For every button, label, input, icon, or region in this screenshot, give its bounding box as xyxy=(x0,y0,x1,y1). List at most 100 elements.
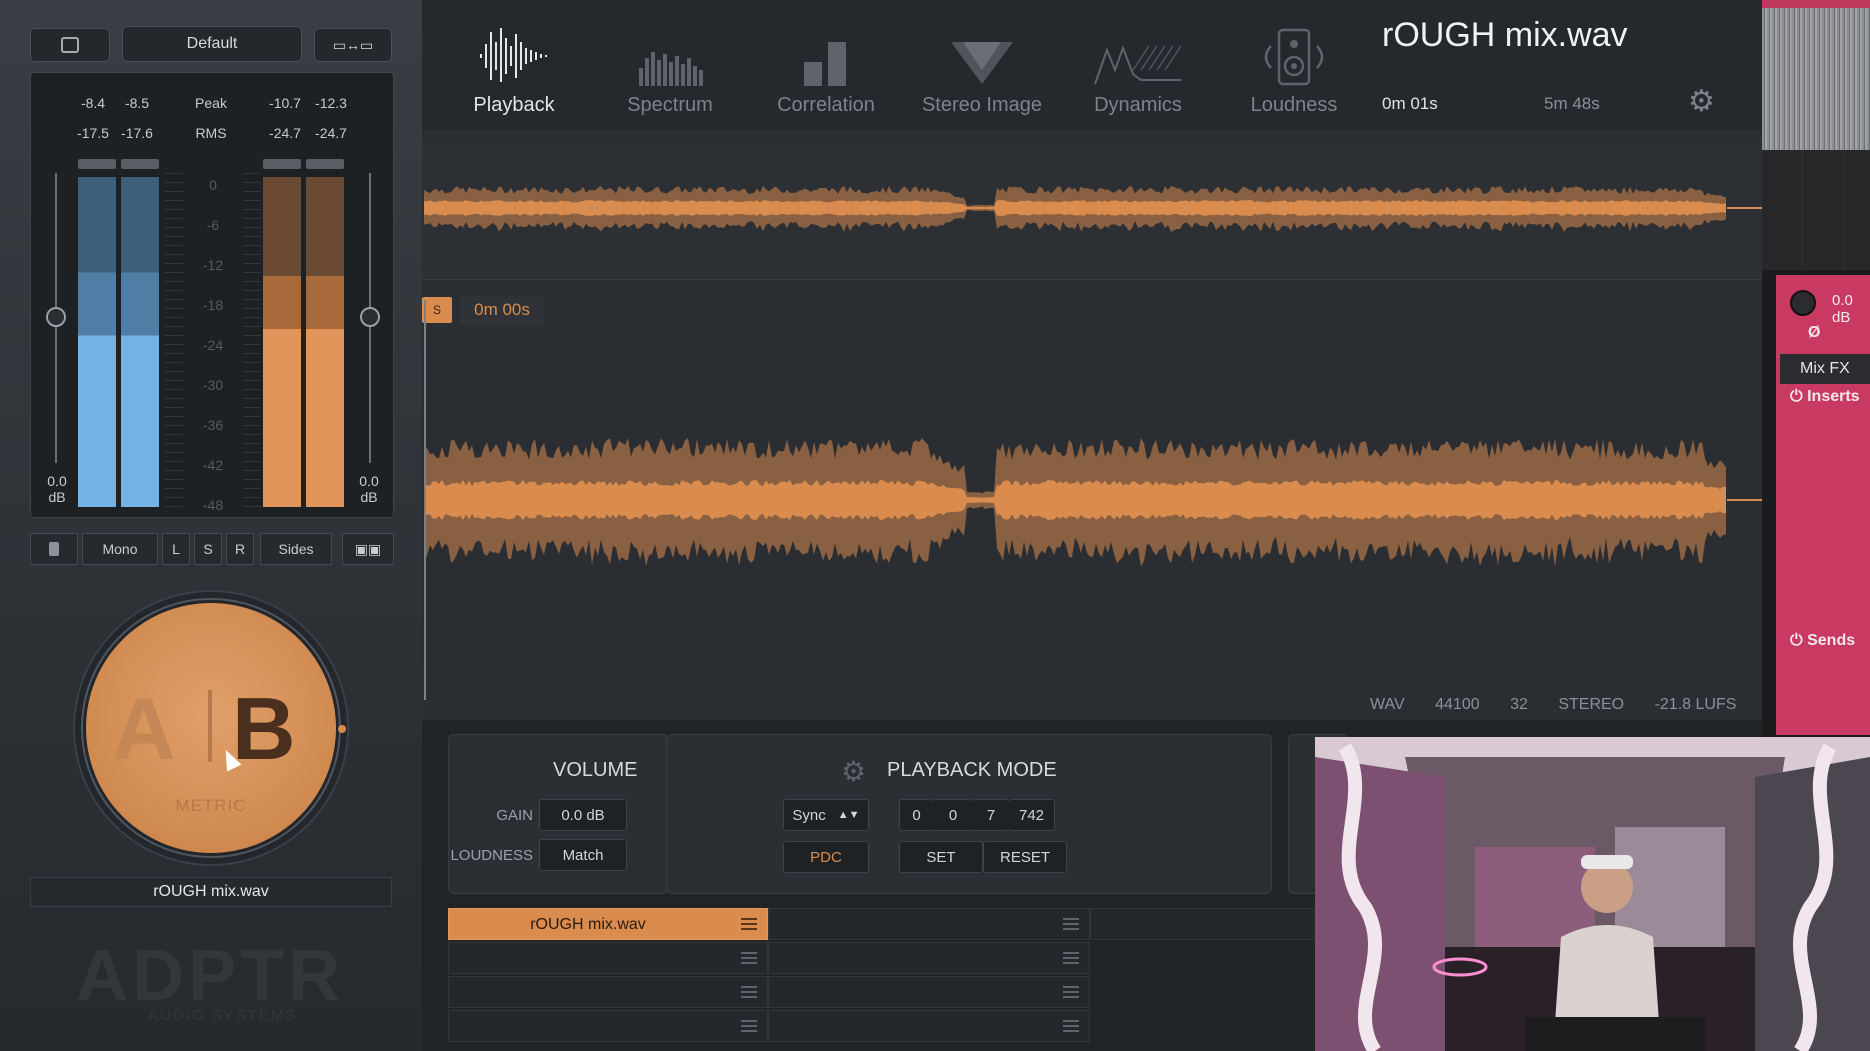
right-rms-1: -24.7 xyxy=(269,125,301,141)
counter-sixteenths[interactable]: 7 xyxy=(973,799,1009,831)
dynamics-icon xyxy=(1068,24,1208,86)
current-position: 0m 01s xyxy=(1382,94,1438,113)
right-meter-bar-1 xyxy=(263,177,301,507)
right-rms-2: -24.7 xyxy=(315,125,347,141)
overview-waveform-inner xyxy=(424,200,1726,216)
right-fader-knob[interactable] xyxy=(360,307,380,327)
tab-correlation[interactable]: Correlation xyxy=(756,24,896,117)
counter-beats[interactable]: 0 xyxy=(933,799,973,831)
sync-select[interactable]: Sync ▲▼ xyxy=(783,799,869,831)
menu-icon[interactable] xyxy=(1063,952,1079,964)
info-channels: STEREO xyxy=(1558,696,1625,713)
solo-toggle-button[interactable] xyxy=(30,533,78,565)
tab-loudness[interactable]: Loudness xyxy=(1224,24,1364,117)
menu-icon[interactable] xyxy=(741,986,757,998)
loudness-match-button[interactable]: Match xyxy=(539,839,627,871)
left-meter-bar-2 xyxy=(121,177,159,507)
file-slot-7[interactable] xyxy=(768,976,1090,1008)
swap-channels-button[interactable]: ▣▣ xyxy=(342,533,394,565)
right-peak-2: -12.3 xyxy=(315,95,347,111)
sides-button[interactable]: Sides xyxy=(260,533,332,565)
counter-ticks[interactable]: 742 xyxy=(1009,799,1055,831)
left-fader-value: 0.0 dB xyxy=(37,473,77,505)
reset-button[interactable]: RESET xyxy=(983,841,1067,873)
db-scale-label: -48 xyxy=(202,497,224,513)
tab-dynamics[interactable]: Dynamics xyxy=(1068,24,1208,117)
file-slot-1-label: rOUGH mix.wav xyxy=(530,916,646,933)
file-slot-8[interactable] xyxy=(448,1010,768,1042)
file-slot-5[interactable] xyxy=(768,942,1090,974)
ab-b-label: B xyxy=(232,679,296,778)
sends-label: Sends xyxy=(1807,632,1856,649)
menu-icon[interactable] xyxy=(1063,918,1079,930)
side-button[interactable]: S xyxy=(194,533,222,565)
loudness-label: LOUDNESS xyxy=(450,847,533,864)
daw-volume-readout: 0.0 dB xyxy=(1832,292,1853,326)
preset-selector[interactable]: Default xyxy=(122,26,302,62)
rms-label: RMS xyxy=(195,125,227,141)
menu-icon[interactable] xyxy=(741,952,757,964)
left-fader-knob[interactable] xyxy=(46,307,66,327)
daw-track-color xyxy=(1762,0,1870,8)
link-view-icon: ▭↔▭ xyxy=(332,36,374,53)
snapshot-icon xyxy=(61,37,79,53)
counter-bars[interactable]: 0 xyxy=(899,799,933,831)
waveform-icon xyxy=(444,24,584,86)
mono-button[interactable]: Mono xyxy=(82,533,158,565)
channel-mode-row: Mono L S R Sides ▣▣ xyxy=(30,533,394,565)
marker-time: 0m 00s xyxy=(460,295,544,325)
ab-metric-label: METRIC xyxy=(175,796,247,815)
file-slot-3[interactable] xyxy=(1090,908,1320,940)
tab-correlation-label: Correlation xyxy=(777,94,875,116)
file-slot-4[interactable] xyxy=(448,942,768,974)
pan-knob[interactable] xyxy=(1790,290,1816,316)
file-length: 5m 48s xyxy=(1544,94,1600,113)
info-format: WAV xyxy=(1370,696,1405,713)
waveform-area[interactable] xyxy=(422,130,1762,720)
tab-dynamics-label: Dynamics xyxy=(1094,94,1182,116)
tab-playback-label: Playback xyxy=(473,94,555,116)
left-rms-2: -17.6 xyxy=(121,125,153,141)
gain-input[interactable]: 0.0 dB xyxy=(539,799,627,831)
file-slot-2[interactable] xyxy=(768,908,1090,940)
tab-stereo-image[interactable]: Stereo Image xyxy=(912,24,1052,117)
menu-icon[interactable] xyxy=(741,918,757,930)
left-clip-indicator-1 xyxy=(78,159,116,169)
left-peak-1: -8.4 xyxy=(80,95,106,111)
start-marker[interactable]: S xyxy=(422,297,452,323)
updown-arrows-icon: ▲▼ xyxy=(837,809,860,821)
right-channel-button[interactable]: R xyxy=(226,533,254,565)
menu-icon[interactable] xyxy=(741,1020,757,1032)
right-fader-db: 0.0 xyxy=(359,473,379,489)
set-button[interactable]: SET xyxy=(899,841,983,873)
left-peak-2: -8.5 xyxy=(124,95,150,111)
menu-icon[interactable] xyxy=(1063,986,1079,998)
main-waveform-inner xyxy=(424,480,1726,520)
daw-grid xyxy=(1762,150,1870,270)
menu-icon[interactable] xyxy=(1063,1020,1079,1032)
tab-spectrum-label: Spectrum xyxy=(627,94,713,116)
playback-settings-gear-icon[interactable]: ⚙ xyxy=(841,755,866,788)
playhead[interactable] xyxy=(424,300,426,700)
settings-gear-icon[interactable]: ⚙ xyxy=(1688,84,1715,119)
tab-playback[interactable]: Playback xyxy=(444,24,584,117)
file-slot-1[interactable]: rOUGH mix.wav xyxy=(448,908,768,940)
snapshot-button[interactable] xyxy=(30,28,110,62)
sends-section[interactable]: ⏻ Sends xyxy=(1790,632,1855,650)
tab-spectrum[interactable]: Spectrum xyxy=(600,24,740,117)
db-scale-label: -6 xyxy=(206,217,220,233)
right-scale-ticks xyxy=(243,173,261,513)
right-peak-1: -10.7 xyxy=(269,95,301,111)
volume-panel: VOLUME GAIN 0.0 dB LOUDNESS Match xyxy=(448,734,668,894)
file-slot-6[interactable] xyxy=(448,976,768,1008)
left-channel-button[interactable]: L xyxy=(162,533,190,565)
right-fader-value: 0.0 dB xyxy=(349,473,389,505)
file-slot-9[interactable] xyxy=(768,1010,1090,1042)
analysis-tab-bar: Playback Spectrum Correlation Stereo Ima… xyxy=(422,0,1762,130)
phase-invert-icon[interactable]: Ø xyxy=(1808,324,1820,342)
sync-select-value: Sync xyxy=(792,806,826,824)
current-file-label: rOUGH mix.wav xyxy=(30,877,392,907)
pdc-button[interactable]: PDC xyxy=(783,841,869,873)
link-view-button[interactable]: ▭↔▭ xyxy=(314,28,392,62)
inserts-section[interactable]: ⏻ Inserts xyxy=(1790,388,1860,406)
